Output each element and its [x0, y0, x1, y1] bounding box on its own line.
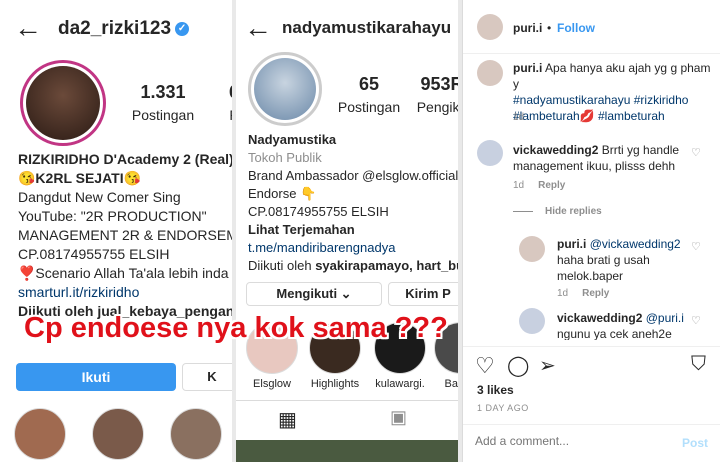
avatar[interactable]: [477, 14, 503, 40]
grid-icon[interactable]: ▦: [278, 407, 297, 432]
bio-link[interactable]: smarturl.it/rizkiridho: [18, 283, 232, 302]
follow-button[interactable]: Ikuti: [16, 363, 176, 391]
profile-avatar[interactable]: [248, 52, 322, 126]
verified-badge-icon: ✓: [175, 21, 190, 36]
followers-count[interactable]: 6 P: [214, 82, 232, 123]
reply-button[interactable]: Reply: [538, 180, 565, 191]
save-icon[interactable]: ⛉: [691, 353, 706, 376]
profile-username: nadyamustikarahayu: [282, 18, 452, 37]
profile-bio: RIZKIRIDHO D'Academy 2 (Real) 😘K2RL SEJA…: [18, 150, 232, 321]
profile-avatar[interactable]: [20, 60, 106, 146]
caption-time: 1d: [513, 112, 525, 123]
reply-meta: 1d Reply: [557, 288, 610, 299]
like-comment-icon[interactable]: ♡: [691, 240, 701, 253]
reply-button[interactable]: Reply: [582, 288, 609, 299]
post-actions: ♡ ◯ ➢ ⛉ 3 likes 1 DAY AGO: [463, 346, 720, 432]
profile-tabs: ▦ ▣: [236, 400, 458, 436]
comment: vickawedding2 Brrti yg handle management…: [513, 143, 680, 173]
posts-count[interactable]: 65 Postingan: [336, 74, 402, 115]
post-comments-panel: puri.i • Follow puri.i Apa hanya aku aja…: [462, 0, 720, 462]
overlay-caption: Cp endoese nya kok sama ???: [24, 312, 448, 344]
post-date: 1 DAY AGO: [477, 403, 529, 413]
igtv-icon[interactable]: ▣: [390, 407, 407, 428]
post-button[interactable]: Post: [682, 436, 708, 450]
avatar[interactable]: [477, 60, 503, 86]
post-owner[interactable]: puri.i: [513, 21, 542, 35]
profile-header: ← da2_rizki123 ✓: [0, 8, 232, 48]
back-arrow-icon[interactable]: ←: [14, 14, 42, 42]
like-comment-icon[interactable]: ♡: [691, 146, 701, 159]
profile-username: da2_rizki123 ✓: [58, 18, 190, 40]
reply: vickawedding2 @puri.i ngunu ya cek aneh2…: [557, 311, 684, 340]
comment-meta: 1d Reply: [513, 180, 566, 191]
highlight-item[interactable]: [170, 408, 222, 462]
caption: puri.i Apa hanya aku ajah yg g pham y #n…: [513, 61, 711, 123]
comment-input[interactable]: [475, 434, 665, 448]
followed-by[interactable]: Diikuti oleh syakirapamayo, hart_butik,: [248, 257, 458, 275]
avatar[interactable]: [519, 236, 545, 262]
highlight-item[interactable]: [14, 408, 66, 462]
hide-replies-button[interactable]: Hide replies: [545, 206, 602, 217]
following-button[interactable]: Mengikuti ⌄: [246, 282, 382, 306]
message-button[interactable]: Kirim P: [388, 282, 458, 306]
likes-count[interactable]: 3 likes: [477, 383, 514, 397]
like-comment-icon[interactable]: ♡: [691, 314, 701, 327]
profile-panel-rizki: ← da2_rizki123✓ 1.331 Postingan 6 P RIZK…: [0, 0, 232, 462]
avatar[interactable]: [477, 140, 503, 166]
follow-link[interactable]: Follow: [557, 21, 595, 35]
comment-box: Post: [463, 424, 720, 462]
highlight-item[interactable]: [92, 408, 144, 462]
avatar[interactable]: [519, 308, 545, 334]
profile-panel-nadya: ← nadyamustikarahayu 65 Postingan 953R P…: [236, 0, 458, 462]
profile-header: ← nadyamustikarahayu: [236, 8, 458, 48]
post-header: puri.i • Follow: [463, 0, 720, 54]
bio-link[interactable]: t.me/mandiribarengnadya: [248, 239, 458, 257]
posts-count[interactable]: 1.331 Postingan: [126, 82, 200, 123]
comment-icon[interactable]: ◯: [507, 353, 529, 378]
post-grid[interactable]: [236, 440, 458, 462]
followers-count[interactable]: 953R Pengiku: [412, 74, 458, 115]
see-translation-link[interactable]: Lihat Terjemahan: [248, 221, 458, 239]
message-button[interactable]: K: [182, 363, 232, 391]
profile-bio: Nadyamustika Tokoh Publik Brand Ambassad…: [248, 131, 458, 275]
back-arrow-icon[interactable]: ←: [244, 14, 272, 42]
like-icon[interactable]: ♡: [475, 353, 495, 379]
share-icon[interactable]: ➢: [539, 353, 556, 378]
reply: puri.i @vickawedding2 haha brati g usah …: [557, 237, 681, 283]
